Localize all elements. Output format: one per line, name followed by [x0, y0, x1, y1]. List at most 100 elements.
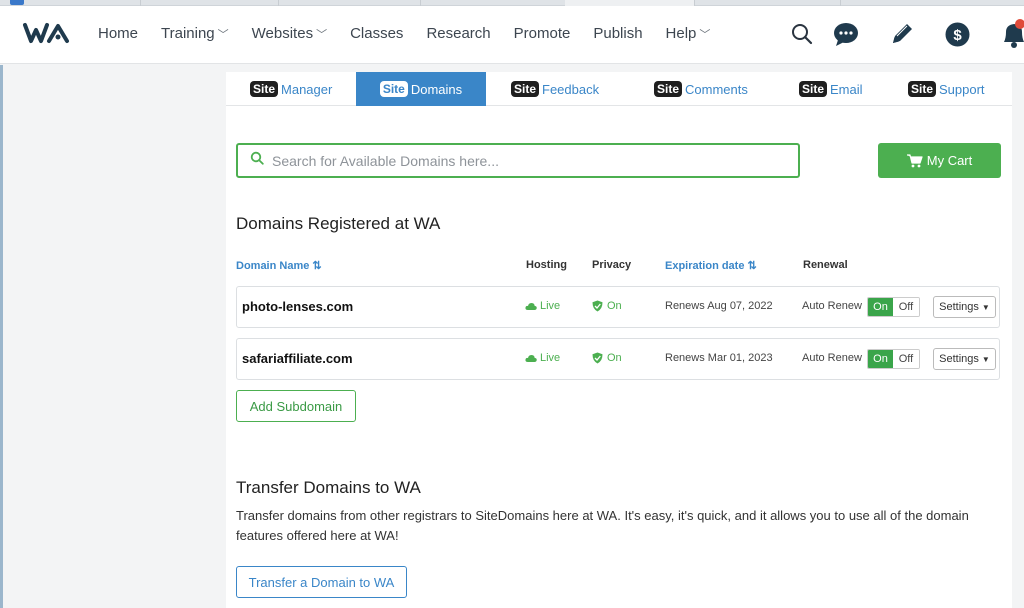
auto-renew-toggle[interactable]: On Off [867, 349, 920, 369]
col-privacy: Privacy [592, 259, 632, 271]
tab-site-feedback[interactable]: Site Feedback [511, 72, 599, 106]
transfer-domains-title: Transfer Domains to WA [236, 478, 421, 497]
nav-label: Websites [251, 25, 314, 42]
tab-label: Support [939, 81, 985, 97]
site-badge: Site [379, 81, 408, 97]
privacy-status: On [592, 352, 622, 364]
search-icon [250, 151, 264, 170]
hosting-label: Live [540, 300, 561, 312]
domain-row: photo-lenses.com Live On Renews Aug 07, … [236, 286, 1000, 328]
hosting-label: Live [540, 352, 561, 364]
cloud-icon [525, 354, 537, 362]
tab-label: Domains [410, 81, 463, 97]
site-badge: Site [511, 81, 540, 97]
hosting-status: Live [525, 300, 560, 312]
site-badge: Site [654, 81, 683, 97]
auto-renew-toggle[interactable]: On Off [867, 297, 920, 317]
site-badge: Site [799, 81, 828, 97]
transfer-description: Transfer domains from other registrars t… [236, 508, 969, 543]
nav-home[interactable]: Home [98, 25, 138, 42]
site-badge: Site [250, 81, 279, 97]
settings-dropdown[interactable]: Settings ▼ [933, 296, 996, 318]
hosting-status: Live [525, 352, 560, 364]
col-label: Domain Name [236, 259, 310, 272]
nav-label: Help [665, 25, 697, 42]
cloud-icon [525, 302, 537, 310]
my-cart-label: My Cart [926, 153, 973, 168]
tab-site-domains[interactable]: Site Domains [356, 72, 486, 106]
my-cart-button[interactable]: My Cart [878, 143, 1001, 178]
nav-help[interactable]: Help ﹀ [666, 25, 711, 42]
auto-renew-label: Auto Renew [802, 300, 862, 312]
cart-icon [906, 153, 923, 167]
tab-site-manager[interactable]: Site Manager [250, 72, 332, 106]
domain-search-input[interactable] [272, 152, 772, 169]
nav-training[interactable]: Training ﹀ [161, 25, 229, 42]
bell-icon[interactable] [1000, 18, 1024, 55]
domain-name[interactable]: safariaffiliate.com [242, 351, 353, 366]
nav-label: Promote [513, 25, 571, 42]
window-edge [0, 65, 3, 608]
tab-site-support[interactable]: Site Support [908, 72, 985, 106]
nav-websites[interactable]: Websites ﹀ [252, 25, 327, 42]
caret-down-icon: ▼ [981, 354, 990, 364]
nav-promote[interactable]: Promote [514, 25, 571, 42]
transfer-domain-button[interactable]: Transfer a Domain to WA [236, 566, 407, 598]
main-nav: Home Training ﹀ Websites ﹀ Classes Researc… [98, 25, 733, 42]
sort-icon: ⇅ [312, 260, 322, 272]
domain-row: safariaffiliate.com Live On Renews Mar 0… [236, 338, 1000, 380]
col-domain-name[interactable]: Domain Name ⇅ [236, 259, 322, 273]
search-icon[interactable] [790, 22, 814, 51]
tab-label: Feedback [542, 81, 600, 97]
shield-icon [592, 300, 603, 312]
tab-label: Comments [685, 81, 748, 97]
pencil-icon[interactable] [888, 20, 916, 53]
nav-label: Research [426, 25, 491, 42]
nav-label: Training [161, 25, 215, 42]
tab-site-email[interactable]: Site Email [799, 72, 863, 106]
nav-publish[interactable]: Publish [593, 25, 642, 42]
privacy-label: On [607, 352, 622, 364]
auto-renew-label: Auto Renew [802, 352, 862, 364]
domain-name[interactable]: photo-lenses.com [242, 299, 353, 314]
nav-classes[interactable]: Classes [350, 25, 403, 42]
tab-label: Email [830, 81, 863, 97]
add-subdomain-button[interactable]: Add Subdomain [236, 390, 356, 422]
settings-label: Settings [939, 353, 979, 365]
domain-search-box[interactable] [236, 143, 800, 178]
col-expiration-date[interactable]: Expiration date ⇅ [665, 259, 757, 273]
svg-text:$: $ [953, 27, 962, 44]
toggle-on-option[interactable]: On [868, 298, 893, 316]
tab-site-comments[interactable]: Site Comments [654, 72, 748, 106]
tab-label: Manager [281, 81, 333, 97]
privacy-status: On [592, 300, 622, 312]
col-hosting: Hosting [526, 259, 567, 271]
toggle-on-option[interactable]: On [868, 350, 893, 368]
toggle-off-option[interactable]: Off [893, 350, 919, 368]
chevron-down-icon: ﹀ [217, 28, 229, 41]
toggle-off-option[interactable]: Off [893, 298, 919, 316]
site-tabs: Site Manager Site Domains Site Feedback Sit… [226, 72, 1012, 106]
expiration-text: Renews Aug 07, 2022 [665, 300, 773, 312]
registered-domains-title: Domains Registered at WA [236, 214, 441, 233]
site-badge: Site [908, 81, 937, 97]
left-blank-pane [0, 65, 226, 608]
browser-tab-favicon[interactable] [10, 0, 24, 5]
chevron-down-icon: ﹀ [316, 28, 328, 41]
sort-icon: ⇅ [747, 260, 757, 272]
nav-label: Home [98, 25, 139, 42]
chevron-down-icon: ﹀ [699, 28, 711, 41]
privacy-label: On [607, 300, 622, 312]
expiration-text: Renews Mar 01, 2023 [665, 352, 773, 364]
shield-icon [592, 352, 603, 364]
settings-label: Settings [939, 301, 979, 313]
site-header: Home Training ﹀ Websites ﹀ Classes Researc… [0, 6, 1024, 64]
caret-down-icon: ▼ [981, 302, 990, 312]
chat-icon[interactable] [832, 20, 860, 53]
wa-logo[interactable] [22, 20, 74, 53]
nav-research[interactable]: Research [426, 25, 490, 42]
col-renewal: Renewal [803, 259, 848, 271]
settings-dropdown[interactable]: Settings ▼ [933, 348, 996, 370]
dollar-icon[interactable]: $ [944, 21, 971, 53]
nav-label: Publish [593, 25, 643, 42]
